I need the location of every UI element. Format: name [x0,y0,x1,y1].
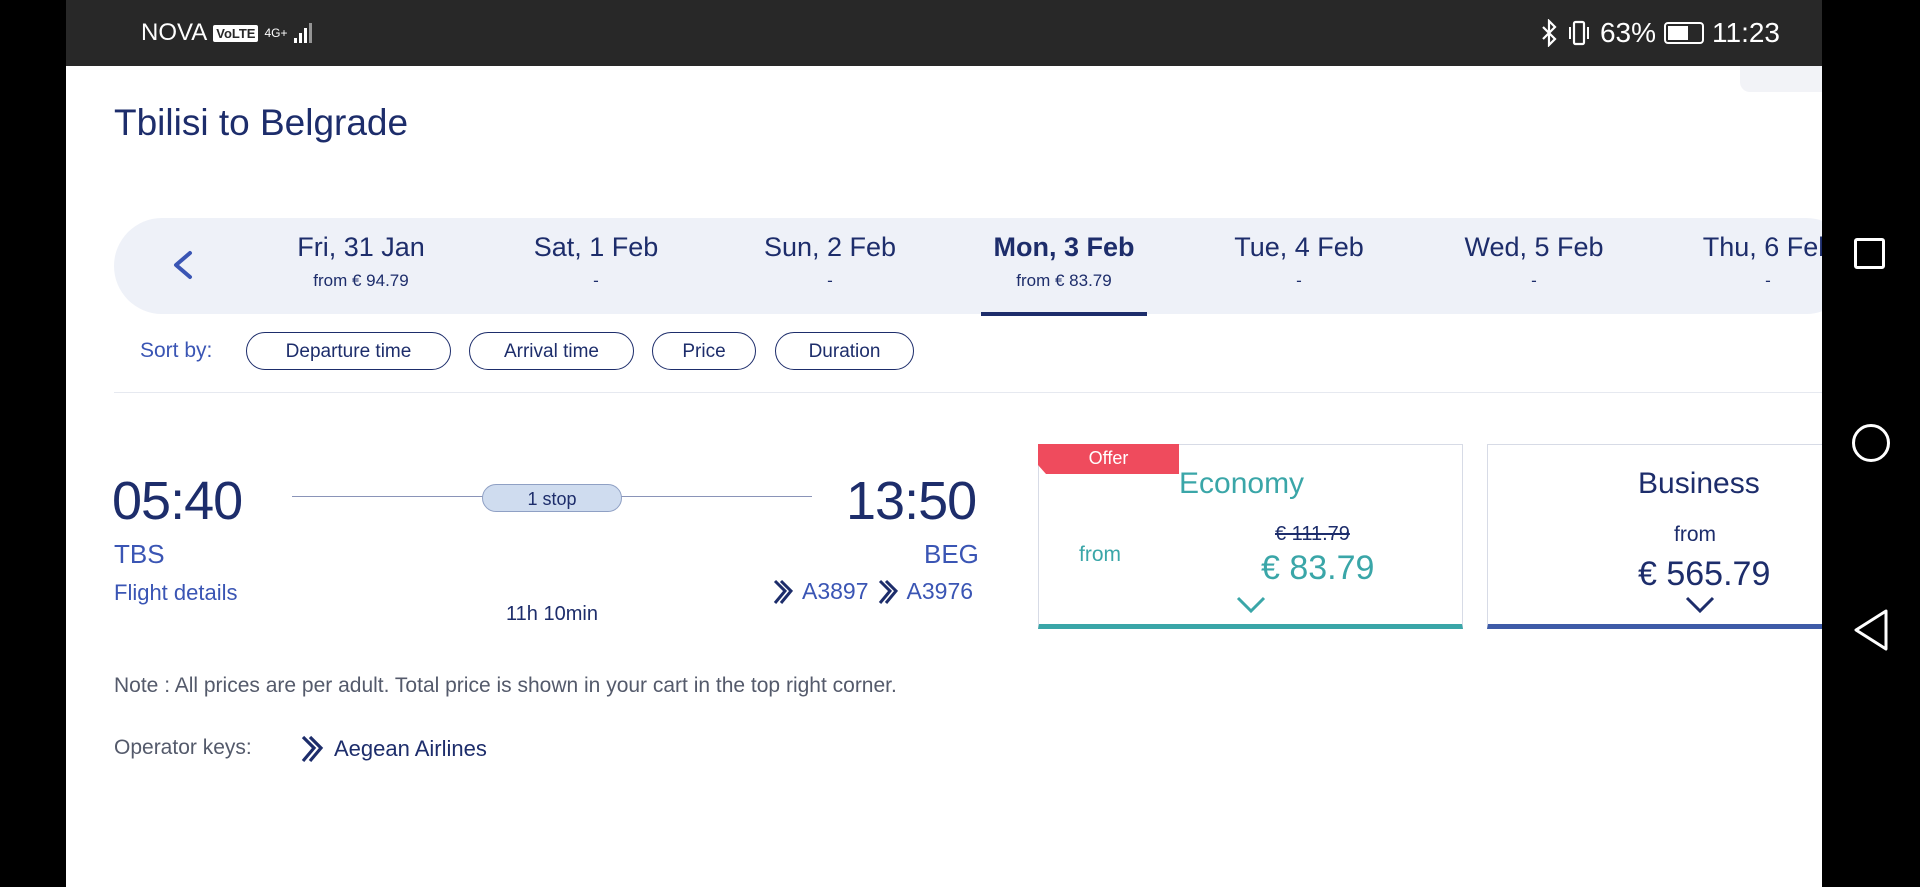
date-label: Tue, 4 Feb [1234,232,1364,262]
date-tab-wed-5-feb[interactable]: Wed, 5 Feb - [1434,232,1634,291]
selected-date-underline [981,312,1147,316]
sort-duration-button[interactable]: Duration [775,332,914,370]
sort-arrival-time-button[interactable]: Arrival time [469,332,634,370]
status-right: 63% 11:23 [1540,17,1780,49]
bluetooth-icon [1542,19,1557,47]
flight-details-link[interactable]: Flight details [114,580,238,606]
top-corner-tab [1740,66,1822,92]
flight-number: A3897 [802,578,869,604]
date-price: - [1531,271,1537,290]
date-price: - [1296,271,1302,290]
date-tab-mon-3-feb[interactable]: Mon, 3 Feb from € 83.79 [964,232,1164,316]
date-label: Mon, 3 Feb [993,232,1135,262]
offer-badge: Offer [1038,444,1179,474]
battery-percent: 63% [1599,17,1656,48]
date-price: from € 94.79 [313,271,409,290]
economy-fare-card[interactable]: Offer Economy from € 111.79 € 83.79 [1038,444,1463,629]
sort-price-button[interactable]: Price [652,332,756,370]
date-price: from € 83.79 [1016,271,1112,290]
battery-icon [1664,22,1704,44]
flight-duration: 11h 10min [506,603,598,625]
date-label: Fri, 31 Jan [297,232,425,262]
volte-badge: VoLTE [213,24,259,42]
page-content: Tbilisi to Belgrade Fri, 31 Jan from € 9… [66,66,1822,887]
clock: 11:23 [1712,17,1780,48]
divider [114,392,1822,393]
departure-airport-code: TBS [114,539,165,569]
fare-price: € 83.79 [1261,549,1375,587]
fare-class-title: Economy [1179,467,1305,500]
stops-badge: 1 stop [482,484,622,512]
date-strip: Fri, 31 Jan from € 94.79 Sat, 1 Feb - Su… [114,218,1822,316]
arrival-airport-code: BEG [924,539,979,569]
aegean-logo-icon [301,735,324,763]
flight-numbers: A3897 A3976 [772,578,973,605]
departure-time: 05:40 [112,471,243,531]
back-button[interactable] [1852,608,1890,652]
page-title: Tbilisi to Belgrade [114,102,409,143]
chevron-left-icon[interactable] [164,245,204,285]
status-left: NOVA VoLTE 4G+ [141,19,312,47]
network-type: 4G+ [264,26,288,40]
date-label: Thu, 6 Feb [1702,232,1822,262]
sort-departure-time-button[interactable]: Departure time [246,332,451,370]
date-label: Sat, 1 Feb [533,232,659,262]
arrival-time: 13:50 [846,471,977,531]
price-note: Note : All prices are per adult. Total p… [114,674,897,697]
date-tab-sun-2-feb[interactable]: Sun, 2 Feb - [730,232,930,291]
original-price: € 111.79 [1275,523,1350,545]
carrier-name: NOVA [141,19,208,46]
fare-price: € 565.79 [1638,555,1771,593]
aegean-logo-icon [773,579,794,604]
from-label: from [1079,543,1121,566]
date-tab-tue-4-feb[interactable]: Tue, 4 Feb - [1199,232,1399,291]
recents-button[interactable] [1854,238,1885,269]
flight-number: A3976 [906,578,974,604]
date-price: - [593,271,599,290]
status-bar: NOVA VoLTE 4G+ 63% 11:23 [66,0,1822,66]
chevron-down-icon[interactable] [1235,595,1267,615]
aegean-logo-icon [878,579,898,604]
home-button[interactable] [1852,424,1890,462]
from-label: from [1674,523,1716,546]
sort-by-label: Sort by: [140,339,213,362]
signal-icon [293,23,312,43]
date-tab-thu-6-feb[interactable]: Thu, 6 Feb - [1668,232,1822,291]
fare-class-title: Business [1638,467,1760,500]
date-tab-sat-1-feb[interactable]: Sat, 1 Feb - [496,232,696,291]
operator-key: Aegean Airlines [300,734,487,764]
date-label: Wed, 5 Feb [1464,232,1604,262]
date-price: - [827,271,833,290]
operator-keys-label: Operator keys: [114,736,252,759]
date-label: Sun, 2 Feb [763,232,897,262]
business-fare-card[interactable]: Business from € 565.79 [1487,444,1822,629]
chevron-down-icon[interactable] [1684,595,1716,615]
date-tab-fri-31-jan[interactable]: Fri, 31 Jan from € 94.79 [261,232,461,291]
system-nav-bar [1822,0,1920,887]
operator-name: Aegean Airlines [334,736,487,761]
date-price: - [1765,271,1771,290]
vibrate-icon [1568,20,1589,46]
